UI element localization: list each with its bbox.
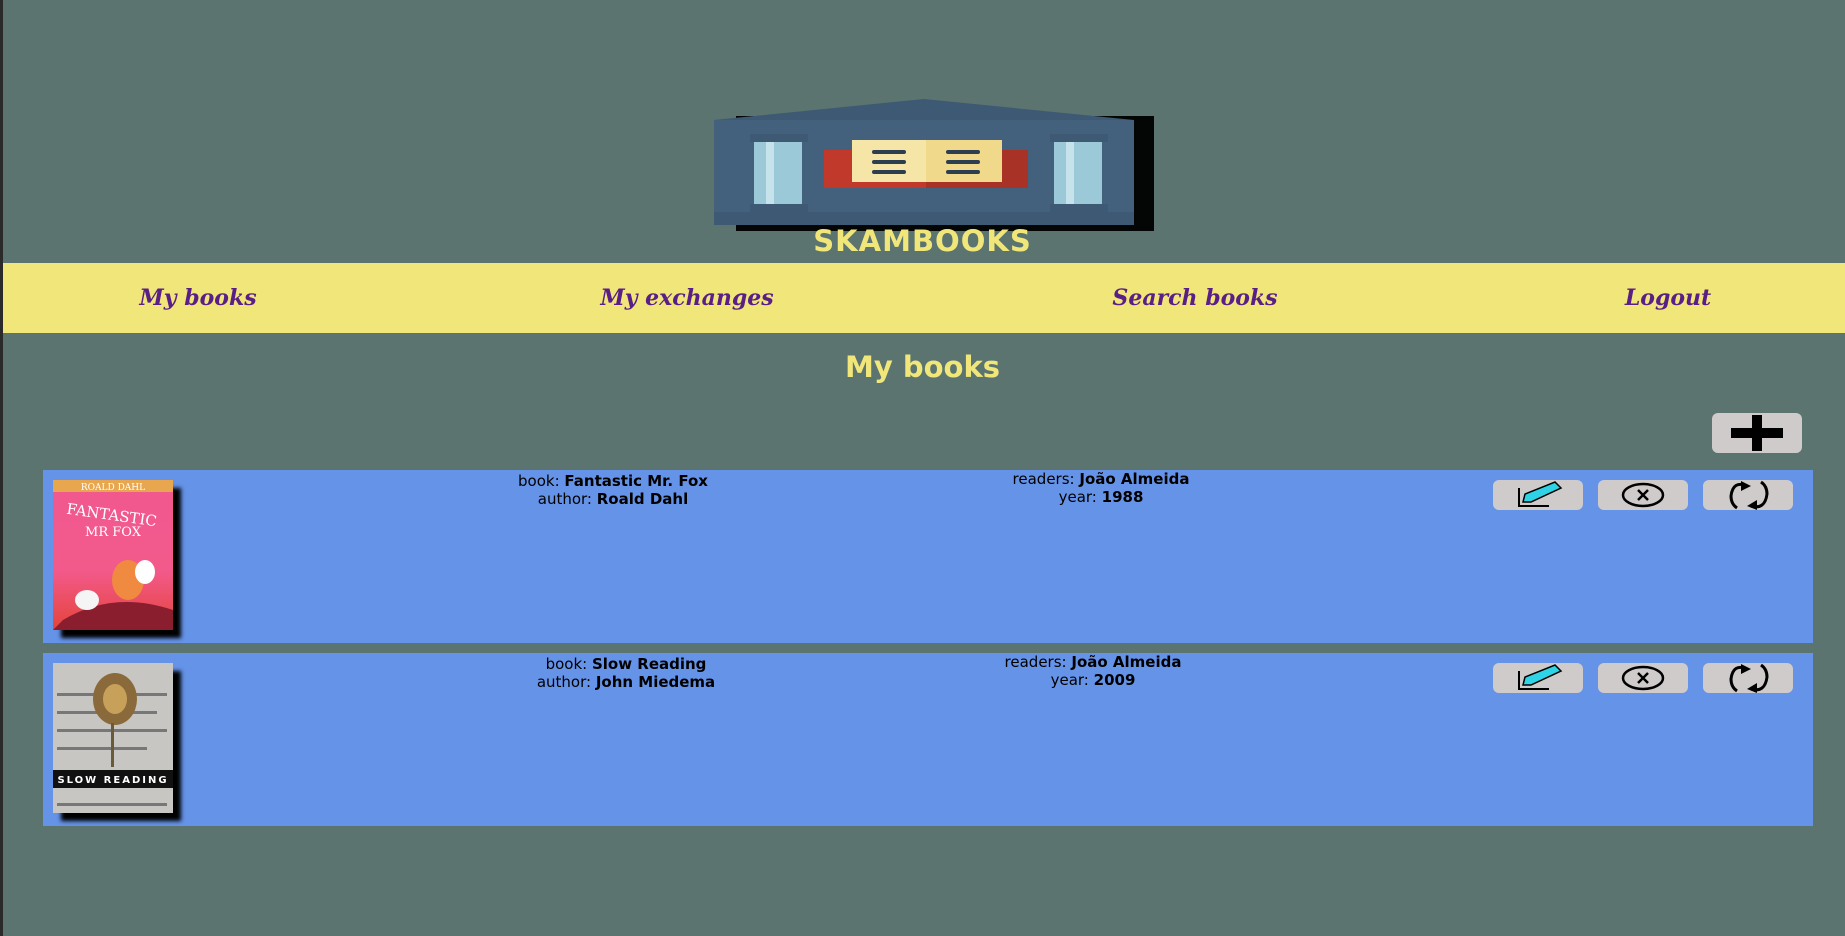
book-title: Fantastic Mr. Fox <box>564 472 708 490</box>
book-readers: João Almeida <box>1071 653 1182 671</box>
exchange-book-button[interactable] <box>1703 480 1793 510</box>
readers-label: readers: <box>1004 653 1072 671</box>
nav-my-exchanges[interactable]: My exchanges <box>600 263 773 333</box>
book-label: book: <box>545 655 592 673</box>
book-readers: João Almeida <box>1079 470 1190 488</box>
book-year: 1988 <box>1101 488 1144 506</box>
book-author: Roald Dahl <box>596 490 689 508</box>
edit-book-button[interactable] <box>1493 480 1583 510</box>
book-label: book: <box>518 472 565 490</box>
book-cover-slow-reading: SLOW READING <box>53 663 173 813</box>
brand-name: SKAMBOOKS <box>813 224 1032 258</box>
book-title-author: book: Fantastic Mr. Fox author: Roald Da… <box>518 470 708 508</box>
delete-book-button[interactable] <box>1598 480 1688 510</box>
refresh-arrows-icon <box>1729 663 1769 693</box>
circle-x-icon <box>1621 482 1665 508</box>
page-title: My books <box>844 350 1000 384</box>
nav-my-books[interactable]: My books <box>139 263 256 333</box>
book-cover-fantastic-mr-fox: ROALD DAHL FANTASTIC MR FOX <box>53 480 173 630</box>
cover-title-line2: MR FOX <box>85 525 142 540</box>
pencil-icon <box>1518 481 1563 507</box>
book-row: ROALD DAHL FANTASTIC MR FOX book: Fantas… <box>43 470 1813 643</box>
refresh-arrows-icon <box>1729 480 1769 510</box>
add-book-button[interactable] <box>1712 413 1802 453</box>
nav-logout[interactable]: Logout <box>1625 263 1711 333</box>
book-year: 2009 <box>1093 671 1136 689</box>
book-readers-year: readers: João Almeida year: 1988 <box>1013 470 1190 506</box>
book-readers-year: readers: João Almeida year: 2009 <box>1005 653 1182 689</box>
readers-label: readers: <box>1012 470 1080 488</box>
delete-book-button[interactable] <box>1598 663 1688 693</box>
window-edge <box>0 0 3 936</box>
year-label: year: <box>1050 671 1094 689</box>
nav-search-books[interactable]: Search books <box>1112 263 1277 333</box>
plus-icon <box>1731 415 1783 451</box>
edit-book-button[interactable] <box>1493 663 1583 693</box>
library-logo-icon <box>714 99 1154 231</box>
author-label: author: <box>537 490 597 508</box>
pencil-icon <box>1518 664 1563 690</box>
cover-title-band: SLOW READING <box>57 775 168 786</box>
book-author: John Miedema <box>595 673 716 691</box>
author-label: author: <box>536 673 596 691</box>
main-nav: My books My exchanges Search books Logou… <box>3 263 1845 333</box>
book-row: SLOW READING book: Slow Reading author: … <box>43 653 1813 826</box>
book-title-author: book: Slow Reading author: John Miedema <box>537 653 715 691</box>
year-label: year: <box>1058 488 1102 506</box>
exchange-book-button[interactable] <box>1703 663 1793 693</box>
circle-x-icon <box>1621 665 1665 691</box>
cover-author-text: ROALD DAHL <box>81 483 145 493</box>
book-title: Slow Reading <box>591 655 707 673</box>
